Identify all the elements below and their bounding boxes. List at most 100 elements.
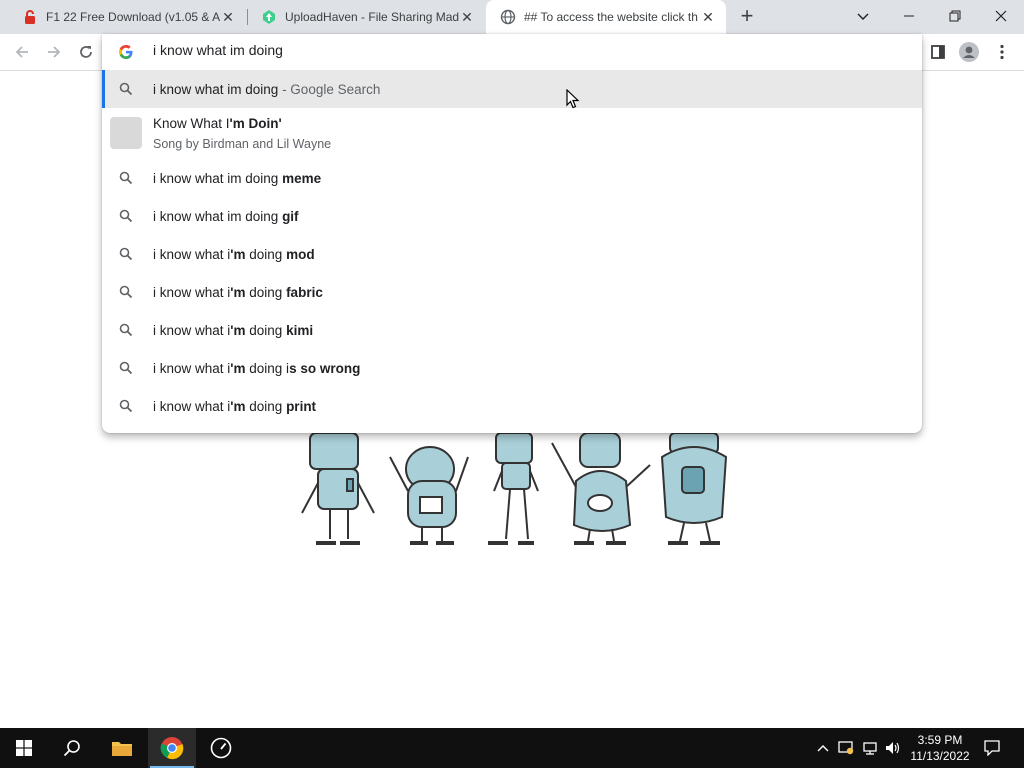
suggestion-plain: doing <box>245 398 287 414</box>
suggestion-item[interactable]: i know what i'm doing fabric <box>102 273 922 311</box>
minimize-button[interactable] <box>886 0 932 32</box>
new-tab-button[interactable]: + <box>736 5 758 28</box>
search-icon <box>63 740 80 757</box>
arrow-left-icon <box>15 46 28 58</box>
entity-subtitle: Song by Birdman and Lil Wayne <box>153 137 332 151</box>
tab-close-icon[interactable]: ✕ <box>459 9 475 25</box>
suggestion-bold: mod <box>286 246 315 262</box>
suggestion-item[interactable]: i know what im doing gif <box>102 197 922 235</box>
tab-f1-download[interactable]: F1 22 Free Download (v1.05 & Al ✕ <box>8 0 246 34</box>
suggestion-bold: 'm <box>230 322 246 338</box>
menu-button[interactable] <box>989 39 1015 65</box>
start-button[interactable] <box>0 728 48 768</box>
suggestion-text: i know what im doing meme <box>153 171 321 186</box>
windows-taskbar: 3:59 PM 11/13/2022 <box>0 728 1024 768</box>
side-panel-button[interactable] <box>925 39 951 65</box>
search-icon <box>119 361 133 375</box>
action-center-button[interactable] <box>980 728 1004 768</box>
suggestion-google-search[interactable]: i know what im doing - Google Search <box>102 70 922 108</box>
suggestion-item[interactable]: i know what i'm doing is so wrong <box>102 349 922 387</box>
robots-illustration <box>301 432 728 545</box>
tab-strip: F1 22 Free Download (v1.05 & Al ✕ Upload… <box>0 0 1024 34</box>
suggestion-text: i know what i'm doing print <box>153 399 316 414</box>
suggestion-bold: 'm <box>230 284 246 300</box>
suggestion-bold: s so wrong <box>289 360 361 376</box>
speedometer-icon <box>210 737 232 759</box>
address-input[interactable]: i know what im doing <box>153 42 853 58</box>
suggestion-plain: i know what i <box>153 322 231 338</box>
folder-icon <box>112 742 132 756</box>
tab-close-icon[interactable]: ✕ <box>220 9 236 25</box>
suggestion-text: i know what i'm doing fabric <box>153 285 323 300</box>
suggestion-bold: 'm <box>230 360 246 376</box>
taskbar-file-explorer[interactable] <box>98 728 146 768</box>
search-icon <box>119 82 133 96</box>
back-button[interactable] <box>9 39 35 65</box>
tab-active-website[interactable]: ## To access the website click th ✕ <box>486 0 726 34</box>
clock-date: 11/13/2022 <box>910 749 970 763</box>
suggestion-text: i know what im doing - Google Search <box>153 82 380 97</box>
tray-security[interactable] <box>836 728 856 768</box>
entity-title: Know What I'm Doin' <box>153 116 282 131</box>
entity-title-prefix: Know What I <box>153 116 230 131</box>
profile-button[interactable] <box>956 39 982 65</box>
reload-icon <box>80 46 92 58</box>
chevron-down-icon <box>857 13 869 20</box>
restore-button[interactable] <box>932 0 978 32</box>
taskbar-clock[interactable]: 3:59 PM 11/13/2022 <box>898 732 982 764</box>
suggestion-plain: i know what i <box>153 398 231 414</box>
suggestion-plain: doing i <box>245 360 290 376</box>
security-alert-icon <box>838 741 854 755</box>
suggestion-entity-song[interactable]: Know What I'm Doin' Song by Birdman and … <box>102 108 922 162</box>
close-icon <box>995 10 1007 22</box>
suggestion-suffix: - Google Search <box>278 81 381 97</box>
suggestion-item[interactable]: i know what i'm doing mod <box>102 235 922 273</box>
taskbar-app-speedometer[interactable] <box>197 728 245 768</box>
tab-uploadhaven[interactable]: UploadHaven - File Sharing Mad ✕ <box>247 0 485 34</box>
suggestion-plain: i know what im doing <box>153 208 283 224</box>
omnibox-dropdown: i know what im doing i know what im doin… <box>102 34 922 433</box>
entity-title-bold: 'm Doin' <box>229 116 282 131</box>
address-bar[interactable]: i know what im doing <box>102 34 922 70</box>
tab-close-icon[interactable]: ✕ <box>700 9 716 25</box>
tab-title: UploadHaven - File Sharing Mad <box>285 10 459 24</box>
close-window-button[interactable] <box>978 0 1024 32</box>
suggestion-bold: gif <box>282 208 299 224</box>
mouse-cursor-icon <box>566 89 580 109</box>
tab-search-button[interactable] <box>840 0 886 32</box>
suggestion-bold: meme <box>282 170 322 186</box>
forward-button[interactable] <box>41 39 67 65</box>
tab-title: F1 22 Free Download (v1.05 & Al <box>46 10 220 24</box>
profile-avatar-icon <box>959 42 979 62</box>
network-icon <box>863 742 877 755</box>
suggestion-bold: 'm <box>230 398 246 414</box>
suggestion-plain: doing <box>245 284 287 300</box>
tray-network[interactable] <box>860 728 880 768</box>
taskbar-chrome[interactable] <box>148 728 196 768</box>
more-vert-icon <box>1000 44 1004 60</box>
suggestion-text: i know what i'm doing mod <box>153 247 315 262</box>
search-icon <box>119 323 133 337</box>
chrome-icon <box>160 737 184 760</box>
uploadhaven-icon <box>263 10 275 24</box>
suggestion-item[interactable]: i know what im doing meme <box>102 159 922 197</box>
tab-title: ## To access the website click th <box>524 10 698 24</box>
search-icon <box>119 171 133 185</box>
reload-button[interactable] <box>73 39 99 65</box>
globe-icon <box>500 9 516 25</box>
suggestion-bold: 'm <box>230 246 246 262</box>
search-icon <box>119 399 133 413</box>
suggestion-plain: doing <box>245 322 287 338</box>
suggestion-plain: doing <box>245 246 287 262</box>
suggestion-text: i know what i'm doing is so wrong <box>153 361 360 376</box>
suggestion-plain: i know what i <box>153 360 231 376</box>
side-panel-icon <box>931 45 945 59</box>
suggestion-item[interactable]: i know what i'm doing kimi <box>102 311 922 349</box>
tray-overflow-button[interactable] <box>813 728 833 768</box>
notification-icon <box>984 740 1000 756</box>
red-lock-icon <box>25 10 35 24</box>
taskbar-search-button[interactable] <box>48 728 96 768</box>
suggestion-plain: i know what im doing <box>153 170 283 186</box>
suggestion-item[interactable]: i know what i'm doing print <box>102 387 922 425</box>
chevron-up-icon <box>817 745 829 752</box>
